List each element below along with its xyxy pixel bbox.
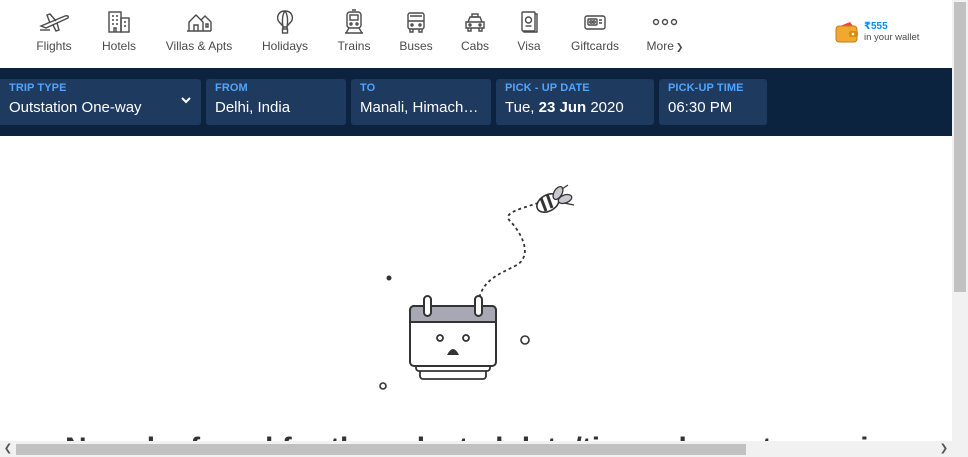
scroll-right-arrow-icon[interactable]: ❯ xyxy=(936,441,952,457)
wallet-icon xyxy=(834,20,860,44)
pickup-time-field[interactable]: PICK-UP TIME 06:30 PM xyxy=(659,79,767,125)
nav-label: Villas & Apts xyxy=(165,39,233,53)
nav-item-hotels[interactable]: Hotels xyxy=(86,8,152,53)
date-day-month: 23 Jun xyxy=(538,99,587,116)
nav-label: Cabs xyxy=(460,39,489,53)
chevron-down-icon: ❯ xyxy=(675,42,684,52)
field-value: Delhi, India xyxy=(215,99,291,116)
horizontal-scrollbar[interactable]: ❮ ❯ xyxy=(0,441,968,457)
nav-label: Visa xyxy=(517,39,541,53)
field-value: 06:30 PM xyxy=(668,99,733,116)
nav-item-buses[interactable]: Buses xyxy=(384,8,448,53)
villa-house-icon xyxy=(179,8,219,36)
nav-item-more[interactable]: More ❯ xyxy=(634,8,696,53)
nav-label: Hotels xyxy=(101,39,136,53)
hot-air-balloon-icon xyxy=(265,8,305,36)
trip-type-select[interactable]: TRIP TYPE Outstation One-way xyxy=(0,79,201,125)
cab-icon xyxy=(455,8,495,36)
vertical-scrollbar[interactable] xyxy=(952,0,968,441)
pickup-date-field[interactable]: PICK - UP DATE Tue, 23 Jun 2020 xyxy=(496,79,654,125)
empty-state-message: No cabs found for the selected date/time… xyxy=(0,432,952,441)
more-dots-icon xyxy=(645,8,685,36)
field-value: Manali, Himachal Pradesh xyxy=(360,99,482,116)
wallet-text: ₹555 in your wallet xyxy=(864,21,919,43)
field-label: TRIP TYPE xyxy=(9,82,67,94)
search-bar: TRIP TYPE Outstation One-way FROM Delhi,… xyxy=(0,68,952,136)
hotel-building-icon xyxy=(99,8,139,36)
airplane-icon xyxy=(34,8,74,36)
bus-icon xyxy=(396,8,436,36)
passport-icon xyxy=(509,8,549,36)
field-label: PICK - UP DATE xyxy=(505,82,590,94)
to-field[interactable]: TO Manali, Himachal Pradesh xyxy=(351,79,491,125)
nav-label: More xyxy=(646,39,674,53)
nav-item-trains[interactable]: Trains xyxy=(324,8,384,53)
nav-item-visa[interactable]: Visa xyxy=(502,8,556,53)
nav-item-villas[interactable]: Villas & Apts xyxy=(152,8,246,53)
nav-items: Flights Hotels Villas & Apts Holidays Tr xyxy=(22,8,696,53)
field-label: TO xyxy=(360,82,376,94)
bee-icon xyxy=(536,184,575,213)
scrollbar-thumb[interactable] xyxy=(954,2,966,292)
field-label: PICK-UP TIME xyxy=(668,82,744,94)
wallet-subtitle: in your wallet xyxy=(864,32,920,43)
scrollbar-thumb[interactable] xyxy=(16,444,746,455)
train-icon xyxy=(334,8,374,36)
date-weekday: Tue, xyxy=(505,99,535,116)
main-content: No cabs found for the selected date/time… xyxy=(0,136,952,441)
nav-label: Flights xyxy=(36,39,72,53)
field-value: Tue, 23 Jun 2020 xyxy=(505,99,645,116)
date-year: 2020 xyxy=(590,99,624,116)
from-field[interactable]: FROM Delhi, India xyxy=(206,79,346,125)
nav-item-cabs[interactable]: Cabs xyxy=(448,8,502,53)
nav-label: Giftcards xyxy=(570,39,619,53)
nav-label: Holidays xyxy=(261,39,309,53)
nav-item-flights[interactable]: Flights xyxy=(22,8,86,53)
nav-label: Trains xyxy=(337,39,371,53)
top-nav: Flights Hotels Villas & Apts Holidays Tr xyxy=(0,0,952,68)
wallet-amount: ₹555 xyxy=(864,21,888,32)
chevron-down-icon xyxy=(181,97,191,104)
nav-item-holidays[interactable]: Holidays xyxy=(246,8,324,53)
wallet[interactable]: ₹555 in your wallet xyxy=(834,20,919,44)
field-label: FROM xyxy=(215,82,248,94)
nav-label-more: More ❯ xyxy=(647,39,684,53)
giftcard-icon xyxy=(575,8,615,36)
nav-label: Buses xyxy=(399,39,433,53)
scroll-left-arrow-icon[interactable]: ❮ xyxy=(0,441,16,457)
field-value: Outstation One-way xyxy=(9,99,142,116)
nav-item-giftcards[interactable]: Giftcards xyxy=(556,8,634,53)
empty-calendar-illustration xyxy=(379,184,575,390)
